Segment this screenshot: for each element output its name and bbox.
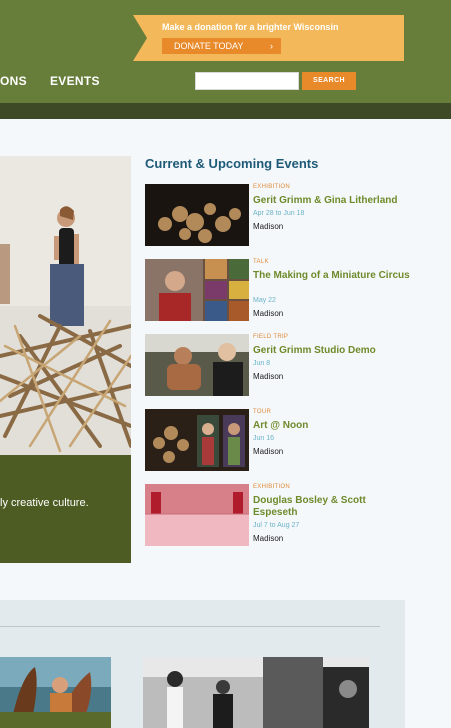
event-date: Jun 16: [253, 435, 275, 442]
event-item[interactable]: EXHIBITION Gerit Grimm & Gina Litherland…: [145, 184, 445, 249]
hero-caption: ly creative culture.: [0, 497, 89, 509]
donate-banner-notch: [133, 15, 147, 61]
event-thumb-sculpture: [145, 184, 249, 246]
event-date: May 22: [253, 297, 276, 304]
event-item[interactable]: TALK The Making of a Miniature Circus Ma…: [145, 259, 445, 324]
events-section-title: Current & Upcoming Events: [145, 156, 319, 171]
event-date: Apr 28 to Jun 18: [253, 210, 305, 217]
hero-photo: [0, 156, 131, 455]
chevron-right-icon: ›: [270, 41, 273, 51]
event-type: EXHIBITION: [253, 184, 291, 190]
event-location: Madison: [253, 309, 284, 318]
event-location: Madison: [253, 447, 284, 456]
event-thumb-studio: [145, 334, 249, 396]
event-type: TOUR: [253, 409, 272, 415]
nav-item-partial[interactable]: ONS: [0, 74, 27, 88]
hero-caption-panel: [0, 455, 131, 563]
event-thumb-room: [145, 484, 249, 546]
event-item[interactable]: EXHIBITION Douglas Bosley & Scott Espese…: [145, 484, 445, 549]
event-item[interactable]: FIELD TRIP Gerit Grimm Studio Demo Jun 8…: [145, 334, 445, 399]
event-thumb-collage: [145, 259, 249, 321]
event-title[interactable]: Gerit Grimm Studio Demo: [253, 345, 413, 357]
event-thumbnail[interactable]: [145, 409, 249, 471]
event-type: FIELD TRIP: [253, 334, 289, 340]
divider: [0, 626, 380, 627]
event-title[interactable]: The Making of a Miniature Circus: [253, 270, 413, 282]
event-thumbnail[interactable]: [145, 259, 249, 321]
event-type: EXHIBITION: [253, 484, 291, 490]
search-input[interactable]: [195, 72, 299, 90]
featured-photo-bw: [143, 657, 369, 728]
donate-button[interactable]: DONATE TODAY ›: [162, 38, 281, 54]
event-thumbnail[interactable]: [145, 484, 249, 546]
featured-image[interactable]: [0, 657, 111, 728]
donate-button-label: DONATE TODAY: [174, 41, 244, 51]
donate-message: Make a donation for a brighter Wisconsin: [162, 22, 339, 32]
event-location: Madison: [253, 222, 284, 231]
event-title[interactable]: Gerit Grimm & Gina Litherland: [253, 195, 413, 207]
event-thumbnail[interactable]: [145, 184, 249, 246]
event-title[interactable]: Douglas Bosley & Scott Espeseth: [253, 495, 413, 519]
featured-painting: [0, 657, 111, 728]
event-type: TALK: [253, 259, 269, 265]
nav-item-events[interactable]: EVENTS: [50, 74, 100, 88]
event-date: Jun 8: [253, 360, 271, 367]
event-location: Madison: [253, 372, 284, 381]
event-thumb-art: [145, 409, 249, 471]
event-item[interactable]: TOUR Art @ Noon Jun 16 Madison: [145, 409, 445, 474]
event-title[interactable]: Art @ Noon: [253, 420, 413, 432]
event-date: Jul 7 to Aug 27: [253, 522, 300, 529]
search-button[interactable]: SEARCH: [302, 72, 356, 90]
featured-image[interactable]: [143, 657, 369, 728]
event-thumbnail[interactable]: [145, 334, 249, 396]
event-location: Madison: [253, 534, 284, 543]
header-band: [0, 103, 451, 119]
